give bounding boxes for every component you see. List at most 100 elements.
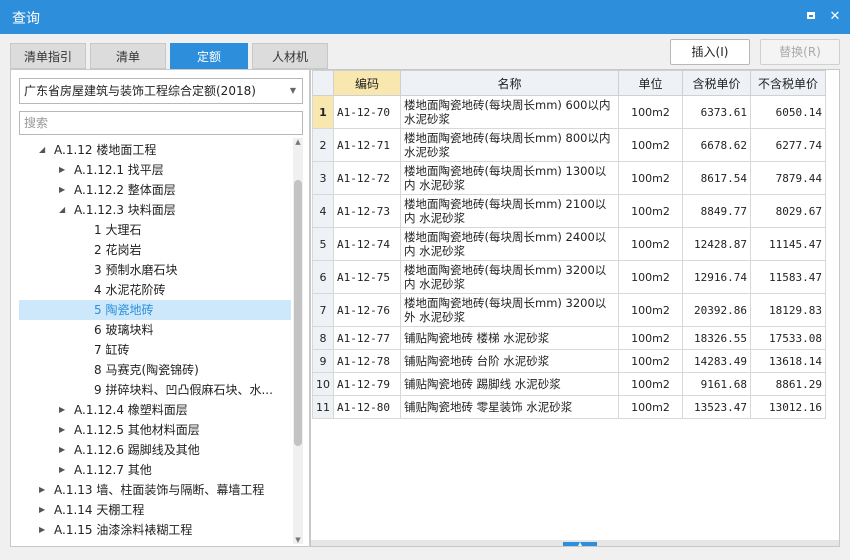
tree-node[interactable]: ▶ A.1.12.1 找平层 [19, 160, 291, 180]
column-header-tax-price[interactable]: 含税单价 [682, 70, 751, 96]
cell-name: 铺贴陶瓷地砖 台阶 水泥砂浆 [400, 349, 619, 373]
tree-expand-icon[interactable]: ▶ [59, 160, 65, 180]
tree-node[interactable]: ▶ A.1.13 墙、柱面装饰与隔断、幕墙工程 [19, 480, 291, 500]
tab-quota[interactable]: 定额 [170, 43, 248, 69]
tree-node-label: A.1.12.5 其他材料面层 [74, 423, 200, 437]
tree-node-label: 5 陶瓷地砖 [94, 303, 154, 317]
scrollbar-thumb[interactable] [294, 180, 302, 446]
close-icon[interactable]: ✕ [826, 8, 844, 26]
tab-resources[interactable]: 人材机 [252, 43, 328, 69]
cell-tax-price: 8617.54 [682, 161, 751, 195]
tree-collapse-icon[interactable]: ◢ [59, 200, 65, 220]
tree-node-label: A.1.13 墙、柱面装饰与隔断、幕墙工程 [54, 483, 265, 497]
tree-node[interactable]: 1 大理石 [19, 220, 291, 240]
tree-expand-icon[interactable]: ▶ [59, 440, 65, 460]
tree-expand-icon[interactable]: ▶ [39, 520, 45, 540]
tree-node[interactable]: 8 马赛克(陶瓷锦砖) [19, 360, 291, 380]
tree-node-label: A.1.12 楼地面工程 [54, 143, 157, 157]
tree-node[interactable]: 2 花岗岩 [19, 240, 291, 260]
cell-tax-price: 6678.62 [682, 128, 751, 162]
column-header-code[interactable]: 编码 [333, 70, 401, 96]
cell-code: A1-12-77 [333, 326, 401, 350]
table-row[interactable]: 5 A1-12-74 楼地面陶瓷地砖(每块周长mm) 2400以内 水泥砂浆 100m… [312, 227, 826, 261]
tree-node-label: A.1.12.4 橡塑料面层 [74, 403, 188, 417]
cell-code: A1-12-74 [333, 227, 401, 261]
row-number: 9 [312, 349, 334, 373]
table-row[interactable]: 7 A1-12-76 楼地面陶瓷地砖(每块周长mm) 3200以外 水泥砂浆 100m… [312, 293, 826, 327]
row-number: 6 [312, 260, 334, 294]
collapse-handle-icon[interactable]: ▲ [563, 542, 597, 546]
table-row[interactable]: 9 A1-12-78 铺贴陶瓷地砖 台阶 水泥砂浆 100m2 14283.49 1361… [312, 349, 826, 373]
tree-node[interactable]: 6 玻璃块料 [19, 320, 291, 340]
library-select[interactable]: 广东省房屋建筑与装饰工程综合定额(2018) ▼ [19, 78, 303, 104]
cell-notax-price: 6050.14 [750, 95, 826, 129]
tree-node[interactable]: ▶ A.1.12.5 其他材料面层 [19, 420, 291, 440]
cell-unit: 100m2 [618, 128, 683, 162]
insert-button[interactable]: 插入(I) [670, 39, 750, 65]
column-header-unit[interactable]: 单位 [618, 70, 683, 96]
table-row[interactable]: 10 A1-12-79 铺贴陶瓷地砖 踢脚线 水泥砂浆 100m2 9161.68 886… [312, 372, 826, 396]
tree-expand-icon[interactable]: ▶ [59, 180, 65, 200]
cell-notax-price: 8861.29 [750, 372, 826, 396]
tree-node-label: 6 玻璃块料 [94, 323, 154, 337]
tab-list-guide[interactable]: 清单指引 [10, 43, 86, 69]
tree-node[interactable]: ◢ A.1.12.3 块料面层 [19, 200, 291, 220]
cell-tax-price: 9161.68 [682, 372, 751, 396]
window-title: 查询 [12, 11, 40, 27]
tree-collapse-icon[interactable]: ◢ [39, 140, 45, 160]
table-row[interactable]: 1 A1-12-70 楼地面陶瓷地砖(每块周长mm) 600以内 水泥砂浆 100m2… [312, 95, 826, 129]
table-row[interactable]: 8 A1-12-77 铺贴陶瓷地砖 楼梯 水泥砂浆 100m2 18326.55 1753… [312, 326, 826, 350]
tree-node[interactable]: 7 缸砖 [19, 340, 291, 360]
tree-node[interactable]: ▶ A.1.12.2 整体面层 [19, 180, 291, 200]
tree-expand-icon[interactable]: ▶ [59, 420, 65, 440]
cell-unit: 100m2 [618, 227, 683, 261]
tree-node-label: 1 大理石 [94, 223, 142, 237]
tree-expand-icon[interactable]: ▶ [39, 500, 45, 520]
replace-button[interactable]: 替换(R) [760, 39, 840, 65]
scroll-up-icon[interactable]: ▲ [294, 138, 302, 146]
table-row[interactable]: 2 A1-12-71 楼地面陶瓷地砖(每块周长mm) 800以内 水泥砂浆 100m2… [312, 128, 826, 162]
tree-node[interactable]: 9 拼碎块料、凹凸假麻石块、水... [19, 380, 291, 400]
table-row[interactable]: 4 A1-12-73 楼地面陶瓷地砖(每块周长mm) 2100以内 水泥砂浆 100m… [312, 194, 826, 228]
table-row[interactable]: 6 A1-12-75 楼地面陶瓷地砖(每块周长mm) 3200以内 水泥砂浆 100m… [312, 260, 826, 294]
cell-notax-price: 11583.47 [750, 260, 826, 294]
tree-node[interactable]: ▶ A.1.12.7 其他 [19, 460, 291, 480]
cell-code: A1-12-80 [333, 395, 401, 419]
tree-expand-icon[interactable]: ▶ [59, 400, 65, 420]
column-header-notax-price[interactable]: 不含税单价 [750, 70, 826, 96]
cell-notax-price: 13618.14 [750, 349, 826, 373]
cell-unit: 100m2 [618, 260, 683, 294]
tree-expand-icon[interactable]: ▶ [59, 460, 65, 480]
cell-notax-price: 17533.08 [750, 326, 826, 350]
tree-node[interactable]: 4 水泥花阶砖 [19, 280, 291, 300]
maximize-icon[interactable] [803, 8, 821, 26]
tree-node-label: A.1.12.2 整体面层 [74, 183, 176, 197]
tree-node[interactable]: ▶ A.1.12.6 踢脚线及其他 [19, 440, 291, 460]
row-number-header [312, 70, 334, 96]
cell-code: A1-12-70 [333, 95, 401, 129]
cell-tax-price: 6373.61 [682, 95, 751, 129]
cell-tax-price: 12916.74 [682, 260, 751, 294]
column-header-name[interactable]: 名称 [400, 70, 619, 96]
tab-list[interactable]: 清单 [90, 43, 166, 69]
tree-scrollbar[interactable]: ▲ ▼ [293, 138, 303, 544]
scroll-down-icon[interactable]: ▼ [294, 536, 302, 544]
cell-name: 楼地面陶瓷地砖(每块周长mm) 2400以内 水泥砂浆 [400, 227, 619, 261]
chevron-down-icon[interactable]: ▼ [290, 79, 296, 103]
table-row[interactable]: 11 A1-12-80 铺贴陶瓷地砖 零星装饰 水泥砂浆 100m2 13523.47 1… [312, 395, 826, 419]
table-row[interactable]: 3 A1-12-72 楼地面陶瓷地砖(每块周长mm) 1300以内 水泥砂浆 100m… [312, 161, 826, 195]
search-input[interactable] [19, 111, 303, 135]
tree-node[interactable]: 5 陶瓷地砖 [19, 300, 291, 320]
cell-code: A1-12-73 [333, 194, 401, 228]
tree-node[interactable]: ▶ A.1.12.4 橡塑料面层 [19, 400, 291, 420]
tree-expand-icon[interactable]: ▶ [39, 480, 45, 500]
row-number: 5 [312, 227, 334, 261]
tree-node[interactable]: ◢ A.1.12 楼地面工程 [19, 140, 291, 160]
tree-node[interactable]: ▶ A.1.14 天棚工程 [19, 500, 291, 520]
cell-unit: 100m2 [618, 326, 683, 350]
cell-name: 楼地面陶瓷地砖(每块周长mm) 2100以内 水泥砂浆 [400, 194, 619, 228]
tree-node[interactable]: 3 预制水磨石块 [19, 260, 291, 280]
cell-unit: 100m2 [618, 349, 683, 373]
row-number: 2 [312, 128, 334, 162]
tree-node[interactable]: ▶ A.1.15 油漆涂料裱糊工程 [19, 520, 291, 540]
